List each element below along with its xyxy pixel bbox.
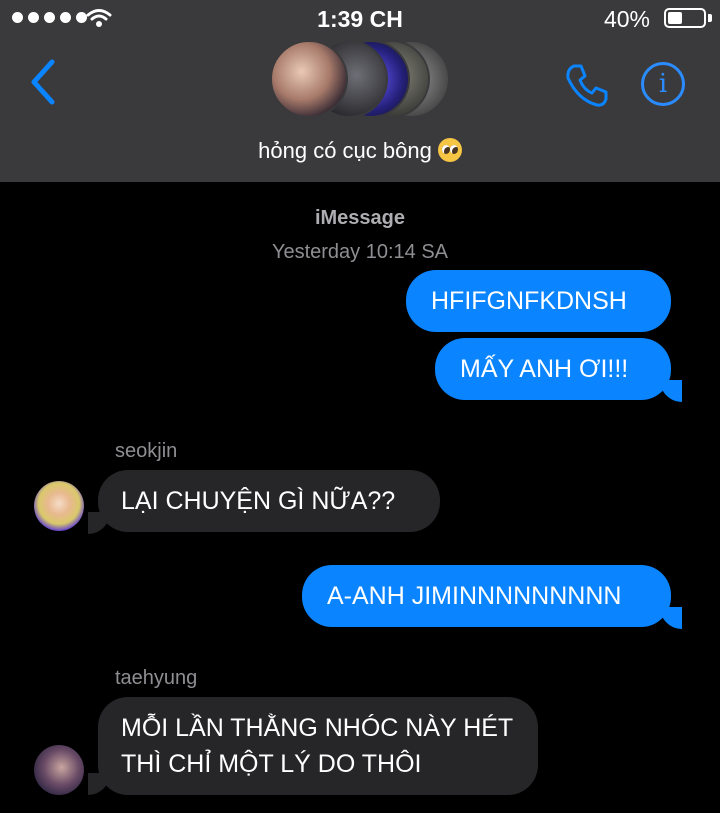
incoming-message-bubble[interactable]: LẠI CHUYỆN GÌ NỮA?? — [98, 470, 440, 532]
bubble-tail — [88, 512, 110, 534]
message-text: MẤY ANH ƠI!!! — [460, 355, 629, 383]
seokjin-avatar[interactable] — [34, 481, 84, 531]
battery-percentage: 40% — [603, 6, 650, 32]
message-text: MỖI LẦN THẰNG NHÓC NÀY HÉT THÌ CHỈ MỘT L… — [121, 714, 513, 778]
outgoing-message-bubble[interactable]: A-ANH JIMINNNNNNNNN — [302, 565, 671, 627]
service-label: iMessage — [314, 207, 406, 229]
outgoing-message-bubble[interactable]: HFIFGNFKDNSH — [406, 270, 671, 332]
message-text: HFIFGNFKDNSH — [431, 287, 627, 315]
group-name: hỏng có cục bông — [258, 138, 432, 163]
bubble-tail — [88, 773, 110, 795]
sender-name: seokjin — [115, 440, 178, 462]
incoming-message-bubble[interactable]: MỖI LẦN THẰNG NHÓC NÀY HÉT THÌ CHỈ MỘT L… — [98, 697, 538, 795]
message-text: LẠI CHUYỆN GÌ NỮA?? — [121, 487, 396, 515]
taehyung-avatar[interactable] — [34, 745, 84, 795]
sender-name: taehyung — [115, 667, 198, 689]
group-avatar — [270, 40, 348, 118]
group-name-row[interactable]: hỏng có cục bông — [0, 138, 720, 164]
group-avatars[interactable] — [270, 40, 460, 120]
message-timestamp: Yesterday 10:14 SA — [271, 241, 449, 263]
bubble-tail — [660, 607, 682, 629]
battery-icon — [664, 8, 706, 28]
outgoing-message-bubble[interactable]: MẤY ANH ƠI!!! — [435, 338, 671, 400]
back-chevron-icon[interactable] — [26, 58, 60, 106]
chat-header: 1:39 CH 40% i hỏng có cục bông — [0, 0, 720, 182]
info-icon[interactable]: i — [641, 62, 685, 106]
phone-icon[interactable] — [564, 62, 610, 108]
battery-tip — [708, 14, 712, 22]
pleading-face-emoji — [437, 138, 462, 162]
battery-fill — [668, 12, 682, 24]
message-text: A-ANH JIMINNNNNNNNN — [327, 582, 622, 610]
status-bar: 1:39 CH 40% — [0, 0, 720, 38]
bubble-tail — [660, 380, 682, 402]
